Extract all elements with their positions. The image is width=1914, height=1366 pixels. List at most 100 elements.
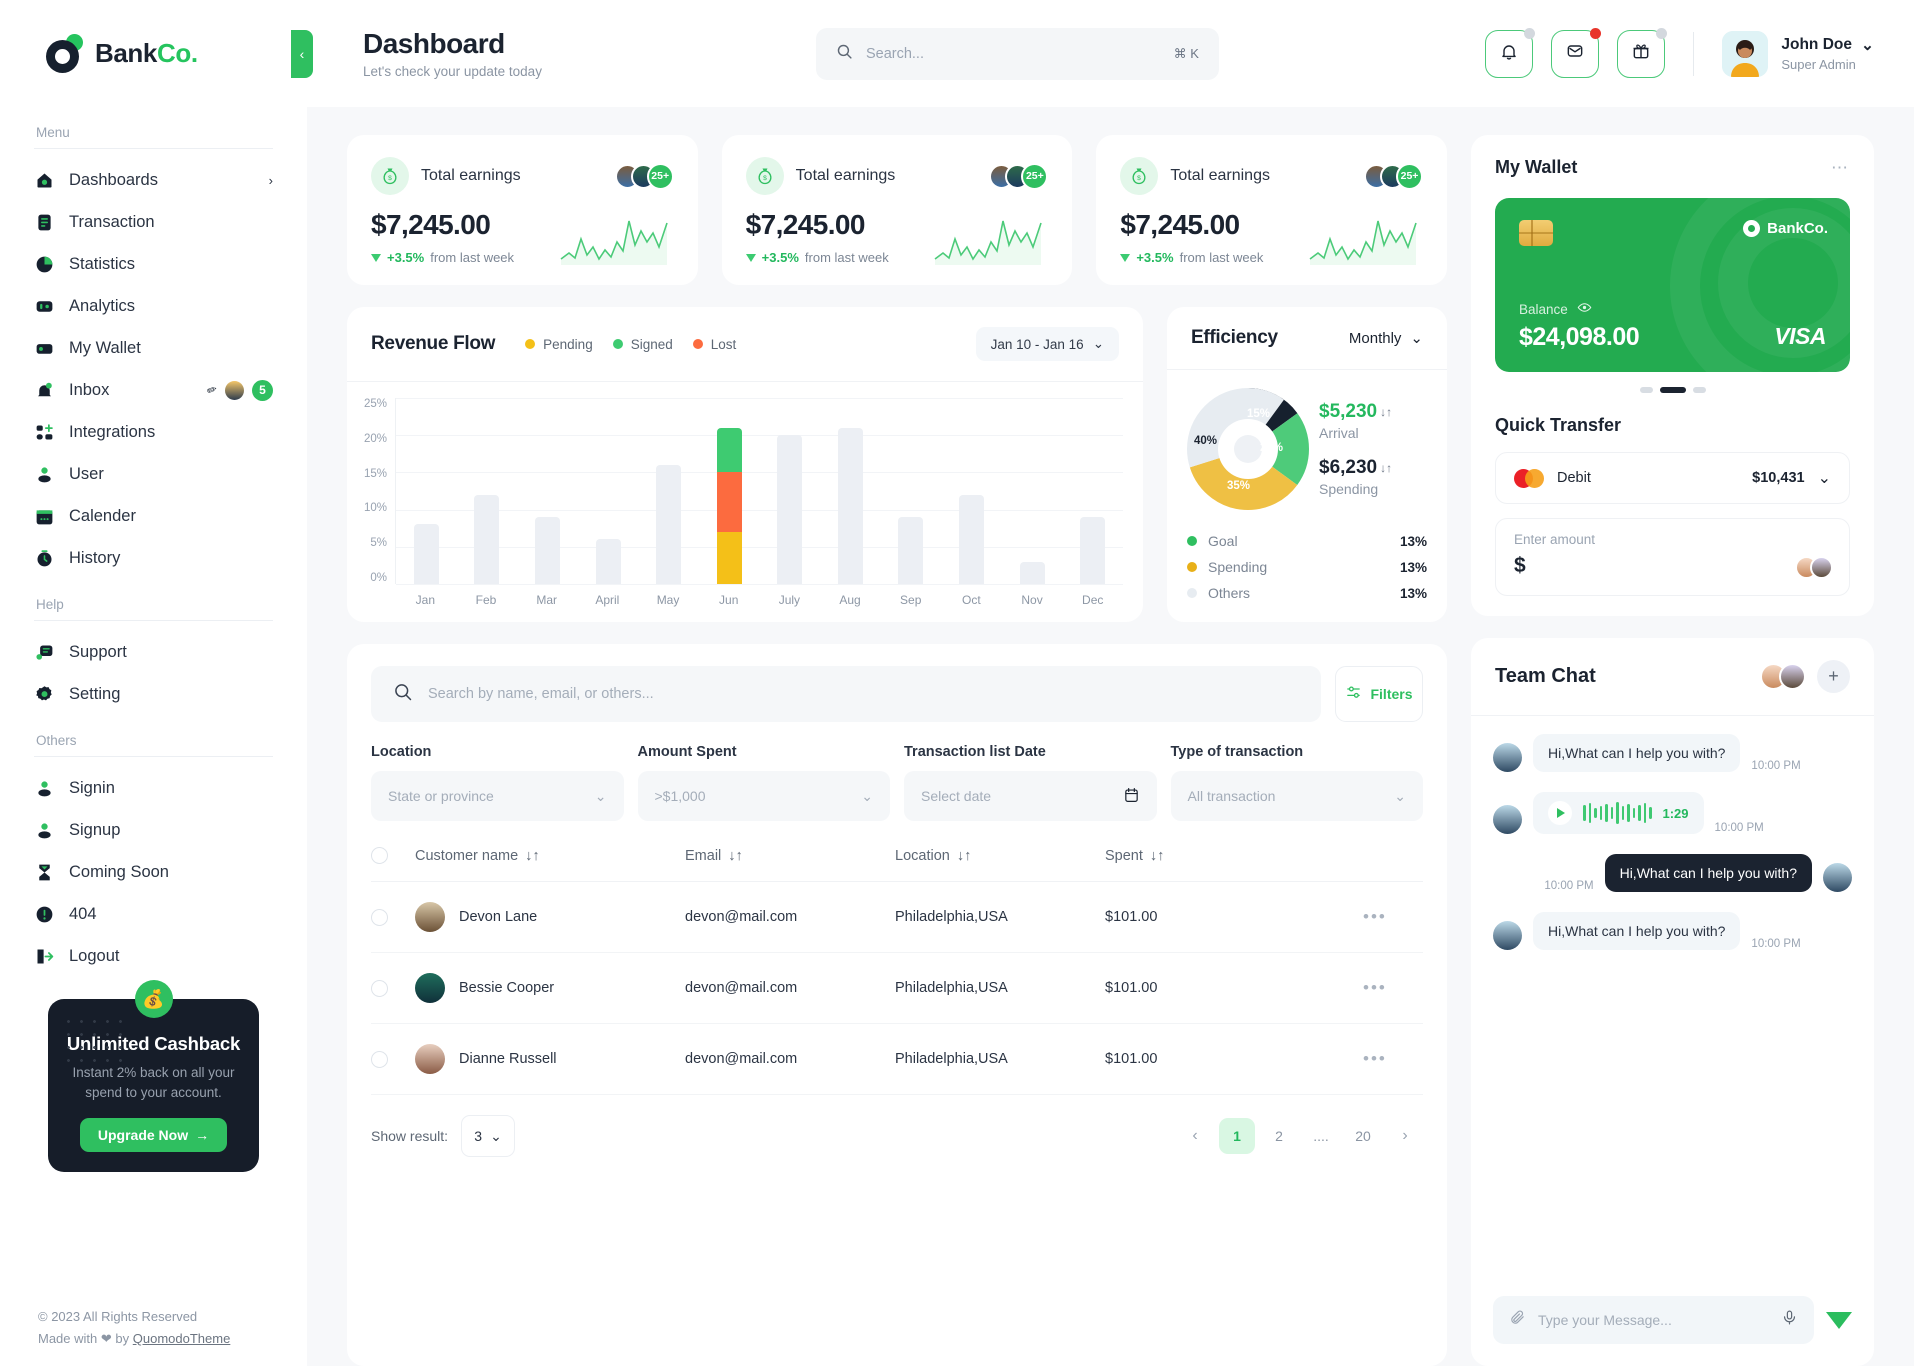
upgrade-now-button[interactable]: Upgrade Now → — [79, 1118, 228, 1153]
row-checkbox[interactable] — [371, 1050, 388, 1068]
bar-column[interactable] — [457, 494, 518, 584]
profile-menu[interactable]: John Doe ⌄ Super Admin — [1722, 30, 1874, 77]
column-customer-name[interactable]: Customer name ↓↑ — [415, 848, 540, 864]
pagination-page-2[interactable]: 2 — [1261, 1118, 1297, 1154]
bar-column[interactable] — [820, 427, 881, 584]
sidebar-item-my-wallet[interactable]: My Wallet — [34, 327, 273, 369]
transfer-method-select[interactable]: Debit $10,431 ⌄ — [1495, 452, 1850, 504]
sidebar-item-setting[interactable]: Setting — [34, 673, 273, 715]
sidebar-item-transaction[interactable]: Transaction — [34, 201, 273, 243]
card-carousel-dots[interactable] — [1495, 387, 1850, 393]
period-selector[interactable]: Monthly ⌄ — [1349, 329, 1423, 348]
recipient-avatars[interactable] — [1795, 556, 1833, 579]
sidebar-collapse-button[interactable]: ‹ — [291, 30, 313, 78]
row-menu-icon[interactable]: ••• — [1363, 978, 1387, 997]
eye-icon[interactable] — [1577, 300, 1592, 318]
bar-column[interactable] — [517, 517, 578, 584]
date-select[interactable]: Select date — [904, 771, 1157, 821]
carousel-dot[interactable] — [1692, 387, 1706, 393]
sidebar-item-logout[interactable]: Logout — [34, 935, 273, 977]
bar-column[interactable] — [881, 517, 942, 584]
messages-button[interactable] — [1551, 27, 1602, 78]
bar[interactable] — [958, 494, 984, 584]
bar[interactable] — [898, 517, 924, 584]
column-spent[interactable]: Spent ↓↑ — [1105, 848, 1164, 864]
bar[interactable] — [837, 427, 863, 584]
row-menu-icon[interactable]: ••• — [1363, 1049, 1387, 1068]
sidebar-item-integrations[interactable]: Integrations — [34, 411, 273, 453]
paperclip-icon[interactable] — [1509, 1309, 1526, 1331]
bar-column[interactable] — [1062, 517, 1123, 584]
microphone-icon[interactable] — [1781, 1309, 1798, 1331]
location-select[interactable]: State or province ⌄ — [371, 771, 624, 821]
author-link[interactable]: QuomodoTheme — [133, 1331, 231, 1346]
sidebar-item-calender[interactable]: Calender — [34, 495, 273, 537]
bar-column[interactable] — [1002, 561, 1063, 584]
bar[interactable] — [1019, 561, 1045, 584]
sidebar-item-analytics[interactable]: Analytics — [34, 285, 273, 327]
sidebar-item-history[interactable]: History — [34, 537, 273, 579]
select-all-checkbox[interactable] — [371, 847, 388, 864]
bar[interactable] — [777, 435, 803, 584]
carousel-dot[interactable] — [1639, 387, 1653, 393]
global-search[interactable]: ⌘ K — [815, 27, 1219, 80]
sidebar-item-dashboards[interactable]: Dashboards › — [34, 159, 273, 201]
amount-select[interactable]: >$1,000 ⌄ — [637, 771, 890, 821]
transfer-amount-field[interactable]: Enter amount $ — [1495, 518, 1850, 596]
pagination-next[interactable]: › — [1387, 1118, 1423, 1154]
send-icon[interactable] — [1826, 1311, 1852, 1329]
row-menu-icon[interactable]: ••• — [1363, 907, 1387, 926]
pagination-page-20[interactable]: 20 — [1345, 1118, 1381, 1154]
legend-item-others: Others 13% — [1187, 580, 1427, 606]
chat-input[interactable] — [1493, 1296, 1814, 1344]
plus-icon[interactable]: + — [1817, 660, 1850, 693]
rows-per-page-select[interactable]: 3 ⌄ — [461, 1115, 516, 1157]
bar-column[interactable] — [941, 494, 1002, 584]
bar[interactable] — [595, 539, 621, 584]
sidebar-item-signin[interactable]: Signin — [34, 767, 273, 809]
search-input[interactable] — [865, 45, 1161, 62]
sidebar-item-inbox[interactable]: Inbox ✏ 5 — [34, 369, 273, 411]
gifts-button[interactable] — [1617, 27, 1668, 78]
pencil-icon[interactable]: ✏ — [205, 382, 219, 399]
sidebar-item-statistics[interactable]: Statistics — [34, 243, 273, 285]
bar[interactable] — [656, 464, 682, 584]
sidebar-item-support[interactable]: Support — [34, 631, 273, 673]
date-range-selector[interactable]: Jan 10 - Jan 16 ⌄ — [975, 327, 1119, 361]
bar[interactable] — [413, 524, 439, 584]
table-search-input[interactable] — [428, 686, 1299, 702]
type-select[interactable]: All transaction ⌄ — [1170, 771, 1423, 821]
column-location[interactable]: Location ↓↑ — [895, 848, 971, 864]
play-icon[interactable] — [1548, 801, 1572, 825]
table-search[interactable] — [371, 666, 1321, 722]
more-horizontal-icon[interactable]: ⋯ — [1831, 158, 1850, 178]
bar[interactable] — [534, 517, 560, 584]
sidebar-item-coming-soon[interactable]: Coming Soon — [34, 851, 273, 893]
chat-message-input[interactable] — [1538, 1312, 1769, 1328]
table-row[interactable]: Devon Lane devon@mail.com Philadelphia,USA… — [371, 881, 1423, 953]
bar-column[interactable] — [638, 464, 699, 584]
bar[interactable] — [716, 427, 742, 584]
bar[interactable] — [1080, 517, 1106, 584]
notifications-button[interactable] — [1485, 27, 1536, 78]
voice-message[interactable]: 1:29 — [1533, 792, 1704, 834]
filters-button[interactable]: Filters — [1335, 666, 1423, 722]
bar-column[interactable] — [699, 427, 760, 584]
bar-column[interactable] — [759, 435, 820, 584]
sidebar-item-user[interactable]: User — [34, 453, 273, 495]
pagination-page-1[interactable]: 1 — [1219, 1118, 1255, 1154]
row-checkbox[interactable] — [371, 908, 388, 926]
pagination-page-....[interactable]: .... — [1303, 1118, 1339, 1154]
column-email[interactable]: Email ↓↑ — [685, 848, 743, 864]
pagination-prev[interactable]: ‹ — [1177, 1118, 1213, 1154]
brand-logo[interactable]: BankCo. — [0, 0, 307, 107]
sidebar-item-404[interactable]: 404 — [34, 893, 273, 935]
table-row[interactable]: Dianne Russell devon@mail.com Philadelphia… — [371, 1023, 1423, 1095]
carousel-dot-active[interactable] — [1659, 387, 1686, 393]
bar-column[interactable] — [578, 539, 639, 584]
bar[interactable] — [474, 494, 500, 584]
bar-column[interactable] — [396, 524, 457, 584]
table-row[interactable]: Bessie Cooper devon@mail.com Philadelphia,… — [371, 952, 1423, 1024]
sidebar-item-signup[interactable]: Signup — [34, 809, 273, 851]
row-checkbox[interactable] — [371, 979, 388, 997]
